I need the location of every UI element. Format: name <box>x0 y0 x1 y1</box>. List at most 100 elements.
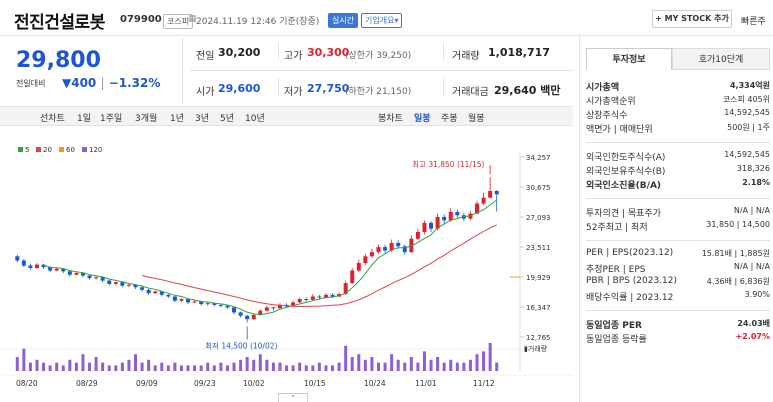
candle-body <box>383 247 388 251</box>
info-row: 외국인한도주식수(A) 14,592,545 <box>586 150 770 163</box>
candle-body <box>225 305 230 308</box>
volume-bar <box>370 357 374 371</box>
volume-bar <box>127 359 131 371</box>
candle-body <box>120 282 125 286</box>
quick-view-link[interactable]: 빠른주 <box>741 14 766 27</box>
volume-bar <box>475 354 479 371</box>
upper-limit: (상한가 39,250) <box>345 51 412 61</box>
period-3m[interactable]: 3개월 <box>135 111 157 124</box>
period-daily[interactable]: 일봉 <box>414 111 431 124</box>
volume-bar <box>455 362 459 371</box>
legend-label: 20 <box>43 146 52 154</box>
candle-body <box>317 296 322 298</box>
info-row-value: 2.18% <box>742 178 770 187</box>
volume-bar <box>107 365 111 371</box>
volume-bar <box>271 362 275 371</box>
volume-bar <box>482 351 486 371</box>
candle-chart-button[interactable]: 봉차트 <box>378 111 403 124</box>
info-row-label: 상장주식수 <box>586 111 628 121</box>
lower-limit: (하한가 21,150) <box>345 87 412 97</box>
volume-bar <box>186 365 190 371</box>
candle-body <box>488 190 493 198</box>
add-my-stock-button[interactable]: + MY STOCK 추가 <box>652 10 732 28</box>
volume-bar <box>258 354 262 371</box>
line-chart-button[interactable]: 선차트 <box>40 111 65 124</box>
volume-bar <box>206 362 210 371</box>
candle-body <box>442 216 447 221</box>
period-1y[interactable]: 1년 <box>170 111 184 124</box>
candle-body <box>481 197 486 204</box>
tab-order-book[interactable]: 호가10단계 <box>672 48 770 70</box>
open-value: 29,600 <box>218 82 261 95</box>
period-monthly[interactable]: 월봉 <box>468 111 485 124</box>
info-row-value: 3.90% <box>744 290 770 299</box>
candlestick-chart[interactable]: 5 20 60 120 34,257 30,675 27,093 23,511 19,929 16… <box>0 127 573 402</box>
volume-bar <box>147 359 151 371</box>
info-row-value: 24.03배 <box>737 319 770 328</box>
candle-body <box>94 277 99 279</box>
ma20-line <box>141 224 497 308</box>
candle-body <box>146 289 151 294</box>
period-3y[interactable]: 3년 <box>195 111 209 124</box>
volume-bar <box>311 365 315 371</box>
info-row-value: 15.81배 | 1,885원 <box>701 249 770 258</box>
x-tick-label: 08/29 <box>76 379 98 388</box>
y-tick-label: 16,347 <box>526 304 551 312</box>
info-row-value: 4.36배 | 6,836원 <box>706 277 770 286</box>
period-5y[interactable]: 5년 <box>220 111 234 124</box>
candle-body <box>179 299 184 301</box>
volume-bar <box>462 362 466 371</box>
collapse-toggle[interactable]: ⌃ <box>278 393 308 402</box>
candle-body <box>67 271 72 275</box>
y-tick-label: 12,765 <box>526 334 551 342</box>
candle-body <box>113 282 118 284</box>
info-row-value: 코스피 405위 <box>722 95 770 104</box>
volume-bar <box>304 365 308 371</box>
section-divider <box>586 310 770 311</box>
volume-bar <box>48 365 52 371</box>
candle-body <box>28 265 33 269</box>
info-row: 추정PER | EPS N/A | N/A <box>586 262 770 275</box>
candle-body <box>271 307 276 309</box>
max-annotation: 최고 31,850 (11/15) <box>412 159 484 169</box>
period-1w[interactable]: 1주일 <box>100 111 122 124</box>
volume-bar <box>390 354 394 371</box>
candle-body <box>87 275 92 279</box>
company-overview-button[interactable]: 기업개요▾ <box>361 13 403 28</box>
volume-bar <box>449 359 453 371</box>
volume-bar <box>409 357 413 371</box>
info-row-label: 동일업종 PER <box>586 321 642 331</box>
period-10y[interactable]: 10년 <box>245 111 265 124</box>
info-row-label: 외국인보유주식수(B) <box>586 167 666 177</box>
info-row-value: 318,326 <box>736 164 770 173</box>
info-row-value: 4,334억원 <box>729 81 770 90</box>
candle-body <box>429 222 434 229</box>
candle-body <box>422 222 427 233</box>
candle-body <box>304 299 309 301</box>
info-row-label: 추정PER | EPS <box>586 265 646 275</box>
investment-info-panel: 투자정보 호가10단계 시가총액 4,334억원 시가총액순위 코스피 405위 상장주… <box>579 36 773 402</box>
candle-body <box>140 287 145 290</box>
info-row: 상장주식수 14,592,545 <box>586 108 770 121</box>
legend-swatch <box>82 147 87 152</box>
info-row-value: 14,592,545 <box>724 108 770 117</box>
section-divider <box>586 240 770 241</box>
legend-swatch <box>36 147 41 152</box>
tab-investment-info[interactable]: 투자정보 <box>586 48 672 70</box>
amount-label: 거래대금 <box>452 87 489 98</box>
candle-body <box>363 256 368 264</box>
info-row: 시가총액 4,334억원 <box>586 80 770 93</box>
realtime-badge[interactable]: 실시간 <box>328 13 359 28</box>
info-row: 배당수익률 | 2023.12 3.90% <box>586 290 770 303</box>
period-1d[interactable]: 1일 <box>77 111 91 124</box>
volume-bar <box>265 359 269 371</box>
volume-bar <box>55 362 59 371</box>
period-weekly[interactable]: 주봉 <box>441 111 458 124</box>
x-tick-label: 11/01 <box>415 379 437 388</box>
x-tick-label: 09/09 <box>136 379 158 388</box>
volume-bar <box>212 365 216 371</box>
high-value: 30,300 <box>307 46 350 59</box>
volume-label: 거래량 <box>452 51 480 62</box>
volume-bar <box>28 362 32 371</box>
volume-bar <box>488 343 492 371</box>
